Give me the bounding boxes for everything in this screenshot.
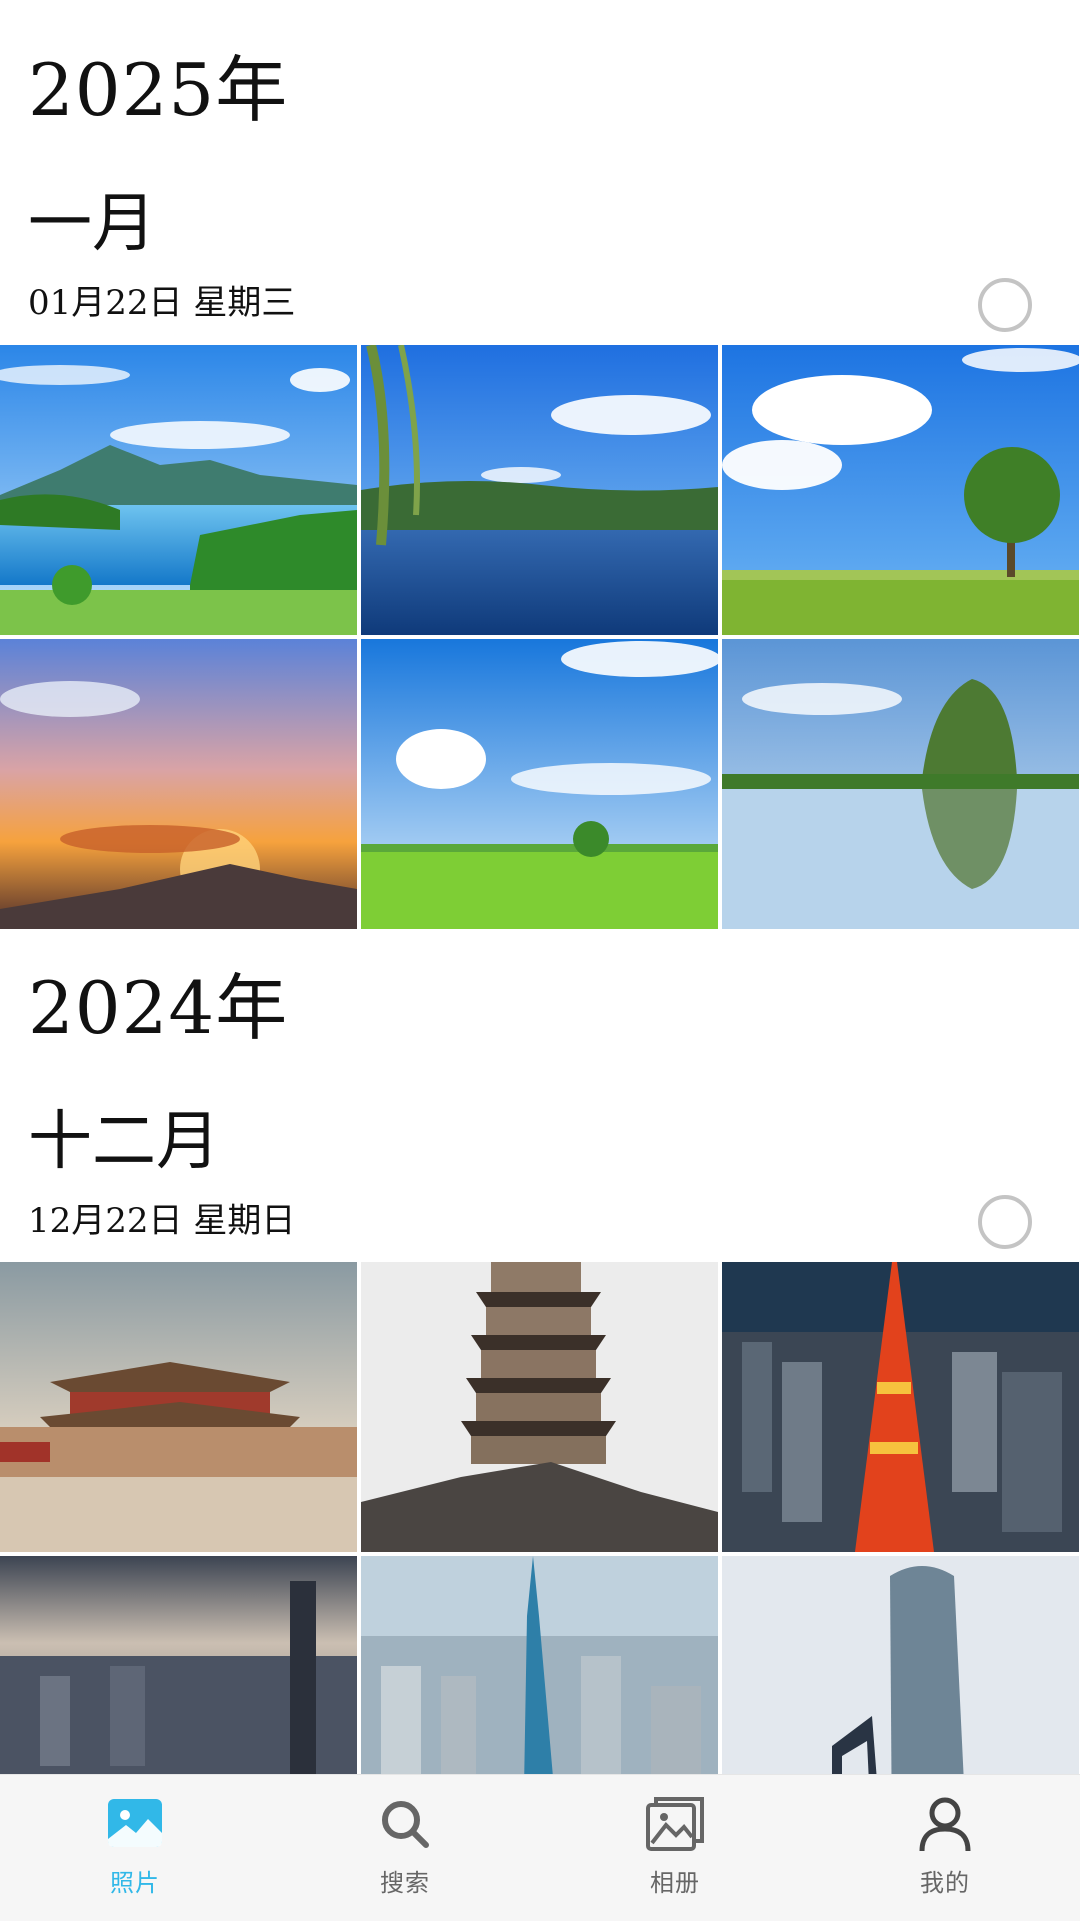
year-heading: 2025年 (28, 48, 289, 132)
photo-thumbnail[interactable] (722, 639, 1079, 929)
select-date-circle[interactable] (978, 1195, 1032, 1249)
nav-label: 照片 (110, 1869, 160, 1897)
album-icon (646, 1797, 704, 1851)
photo-thumbnail[interactable] (361, 639, 718, 929)
photo-thumbnail[interactable] (0, 1556, 357, 1774)
select-date-circle[interactable] (978, 278, 1032, 332)
photo-icon (108, 1799, 162, 1847)
photo-thumbnail[interactable] (361, 1556, 718, 1774)
nav-albums[interactable]: 相册 (540, 1775, 810, 1921)
nav-search[interactable]: 搜索 (270, 1775, 540, 1921)
month-heading: 十二月 (28, 1105, 220, 1179)
nav-label: 我的 (920, 1869, 970, 1897)
photo-thumbnail[interactable] (0, 1262, 357, 1552)
photo-thumbnail[interactable] (722, 1262, 1079, 1552)
photo-thumbnail[interactable] (0, 345, 357, 635)
date-label: 01月22日 星期三 (28, 283, 296, 323)
nav-label: 搜索 (380, 1869, 430, 1897)
nav-profile[interactable]: 我的 (810, 1775, 1080, 1921)
date-label: 12月22日 星期日 (28, 1201, 296, 1241)
month-heading: 一月 (28, 187, 156, 261)
photo-timeline[interactable]: 2025年 一月 01月22日 星期三 2024年 十二月 12月22日 星期日 (0, 0, 1080, 1774)
bottom-navigation: 照片 搜索 相册 我的 (0, 1774, 1080, 1921)
nav-label: 相册 (650, 1869, 700, 1897)
year-heading: 2024年 (28, 966, 289, 1050)
photo-thumbnail[interactable] (722, 1556, 1079, 1774)
photo-thumbnail[interactable] (361, 1262, 718, 1552)
photo-thumbnail[interactable] (0, 639, 357, 929)
nav-photos[interactable]: 照片 (0, 1775, 270, 1921)
photo-thumbnail[interactable] (722, 345, 1079, 635)
search-icon (382, 1801, 429, 1848)
profile-icon (919, 1797, 971, 1852)
photo-thumbnail[interactable] (361, 345, 718, 635)
